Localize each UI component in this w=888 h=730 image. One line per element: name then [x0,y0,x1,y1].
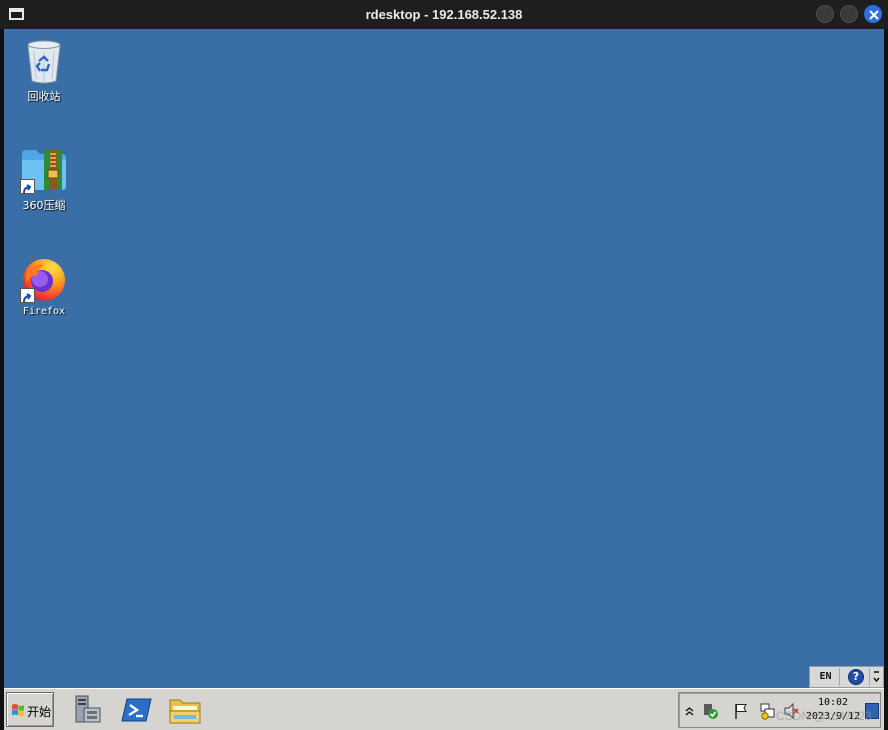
watermark-text: CSDN @kd47023 [776,709,872,723]
maximize-button[interactable] [840,5,858,23]
powershell-icon [121,698,152,722]
taskbar-server-manager[interactable] [70,694,104,726]
shortcut-arrow-icon [20,288,35,303]
help-button[interactable]: ? [842,668,870,686]
window-frame-right [884,29,888,730]
minimize-button[interactable] [816,5,834,23]
language-indicator[interactable]: EN [812,668,840,686]
language-bar-options-button[interactable] [872,668,883,686]
network-icon[interactable] [759,702,777,720]
help-icon: ? [848,669,864,685]
desktop-icon-360-compress[interactable]: 360压缩 [4,146,84,213]
desktop-icon-firefox[interactable]: Firefox [4,255,84,317]
taskbar-powershell[interactable] [120,694,154,726]
show-hidden-icons-chevron-icon[interactable] [685,706,694,716]
360-compress-icon [20,146,68,194]
firefox-icon [20,255,68,303]
clock-time: 10:02 [817,697,849,708]
remote-desktop[interactable]: 回收站 360压缩 Firefox [4,29,884,688]
start-label: 开始 [27,705,52,719]
language-bar[interactable]: EN ? [809,666,884,688]
desktop-icon-label: 回收站 [27,90,61,103]
desktop-icon-label: 360压缩 [22,199,66,212]
server-manager-icon [75,695,101,723]
recycle-bin-icon [20,37,68,85]
close-icon [869,10,879,20]
security-shield-icon[interactable] [701,702,719,720]
file-explorer-icon [169,699,201,724]
close-button[interactable] [864,5,882,23]
window-title: rdesktop - 192.168.52.138 [365,7,523,22]
window-titlebar[interactable]: rdesktop - 192.168.52.138 [0,0,888,29]
taskbar-file-explorer[interactable] [168,694,202,726]
desktop-icon-recycle-bin[interactable]: 回收站 [4,37,84,104]
taskbar: 开始 10:02 2023/9/12 [4,688,884,730]
start-button[interactable]: 开始 [6,692,54,727]
shortcut-arrow-icon [20,179,35,194]
options-chevron-icon [873,671,880,683]
desktop-icon-label: Firefox [22,306,66,317]
windows-logo-icon [12,704,24,717]
action-center-flag-icon[interactable] [733,702,749,720]
